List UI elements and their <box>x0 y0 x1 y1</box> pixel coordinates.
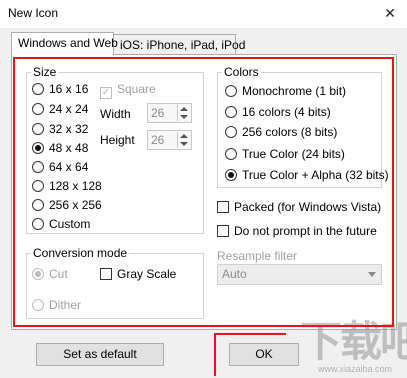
radio-checked-icon[interactable] <box>32 142 44 154</box>
size-option-16[interactable]: 16 x 16 <box>32 81 88 97</box>
radio-icon[interactable] <box>225 106 237 118</box>
size-option-128[interactable]: 128 x 128 <box>32 178 102 194</box>
size-option-custom[interactable]: Custom <box>32 216 90 232</box>
color-option-mono[interactable]: Monochrome (1 bit) <box>225 83 346 99</box>
tab-windows-and-web[interactable]: Windows and Web <box>11 32 118 55</box>
radio-icon[interactable] <box>225 148 237 160</box>
spin-up-icon[interactable] <box>180 134 188 138</box>
checkmark-icon[interactable]: ✓ <box>100 87 112 99</box>
size-group-label: Size <box>31 65 59 79</box>
color-option-256[interactable]: 256 colors (8 bits) <box>225 124 337 140</box>
checkbox-icon[interactable] <box>217 225 229 237</box>
height-value: 26 <box>151 133 165 147</box>
tab-ios[interactable]: iOS: iPhone, iPad, iPod <box>114 34 245 55</box>
radio-icon[interactable] <box>32 199 44 211</box>
height-stepper[interactable]: 26 <box>147 130 192 150</box>
size-option-32[interactable]: 32 x 32 <box>32 121 88 137</box>
color-option-24bit[interactable]: True Color (24 bits) <box>225 146 345 162</box>
size-option-64[interactable]: 64 x 64 <box>32 159 88 175</box>
dither-radio[interactable]: Dither <box>32 297 81 313</box>
width-value: 26 <box>151 106 165 120</box>
radio-icon[interactable] <box>32 218 44 230</box>
no-prompt-checkbox[interactable]: Do not prompt in the future <box>217 223 377 239</box>
size-option-24[interactable]: 24 x 24 <box>32 101 88 117</box>
radio-icon[interactable] <box>32 161 44 173</box>
packed-checkbox[interactable]: Packed (for Windows Vista) <box>217 199 381 215</box>
size-option-48[interactable]: 48 x 48 <box>32 140 88 156</box>
radio-icon[interactable] <box>32 180 44 192</box>
width-spin-buttons[interactable] <box>177 105 190 121</box>
radio-icon[interactable] <box>32 103 44 115</box>
height-spin-buttons[interactable] <box>177 132 190 148</box>
square-checkbox[interactable]: ✓ Square <box>100 81 156 99</box>
checkbox-icon[interactable] <box>217 201 229 213</box>
resample-value: Auto <box>222 267 247 281</box>
height-label: Height <box>100 133 135 147</box>
watermark-url: www.xiazaiba.com <box>318 364 393 374</box>
size-option-256[interactable]: 256 x 256 <box>32 197 102 213</box>
resample-select[interactable]: Auto <box>217 264 382 285</box>
radio-checked-icon[interactable] <box>32 268 44 280</box>
radio-icon[interactable] <box>32 83 44 95</box>
resample-label: Resample filter <box>217 249 298 263</box>
radio-icon[interactable] <box>32 299 44 311</box>
width-label: Width <box>100 107 131 121</box>
radio-checked-icon[interactable] <box>225 169 237 181</box>
title-bar: New Icon ✕ <box>0 0 407 28</box>
radio-icon[interactable] <box>225 85 237 97</box>
width-stepper[interactable]: 26 <box>147 103 192 123</box>
checkbox-icon[interactable] <box>100 268 112 280</box>
spin-down-icon[interactable] <box>180 142 188 146</box>
spin-down-icon[interactable] <box>180 115 188 119</box>
cut-radio[interactable]: Cut <box>32 266 68 282</box>
close-icon[interactable]: ✕ <box>379 3 401 23</box>
chevron-down-icon[interactable] <box>368 272 376 277</box>
set-default-button[interactable]: Set as default <box>36 343 164 366</box>
colors-group-label: Colors <box>222 65 261 79</box>
radio-icon[interactable] <box>32 123 44 135</box>
radio-icon[interactable] <box>225 126 237 138</box>
window-title: New Icon <box>8 6 59 20</box>
conversion-group-label: Conversion mode <box>31 246 130 260</box>
ok-highlight-frame <box>214 333 286 376</box>
grayscale-checkbox[interactable]: Gray Scale <box>100 266 176 282</box>
color-option-16[interactable]: 16 colors (4 bits) <box>225 104 331 120</box>
color-option-32bit[interactable]: True Color + Alpha (32 bits) <box>225 167 389 183</box>
spin-up-icon[interactable] <box>180 107 188 111</box>
